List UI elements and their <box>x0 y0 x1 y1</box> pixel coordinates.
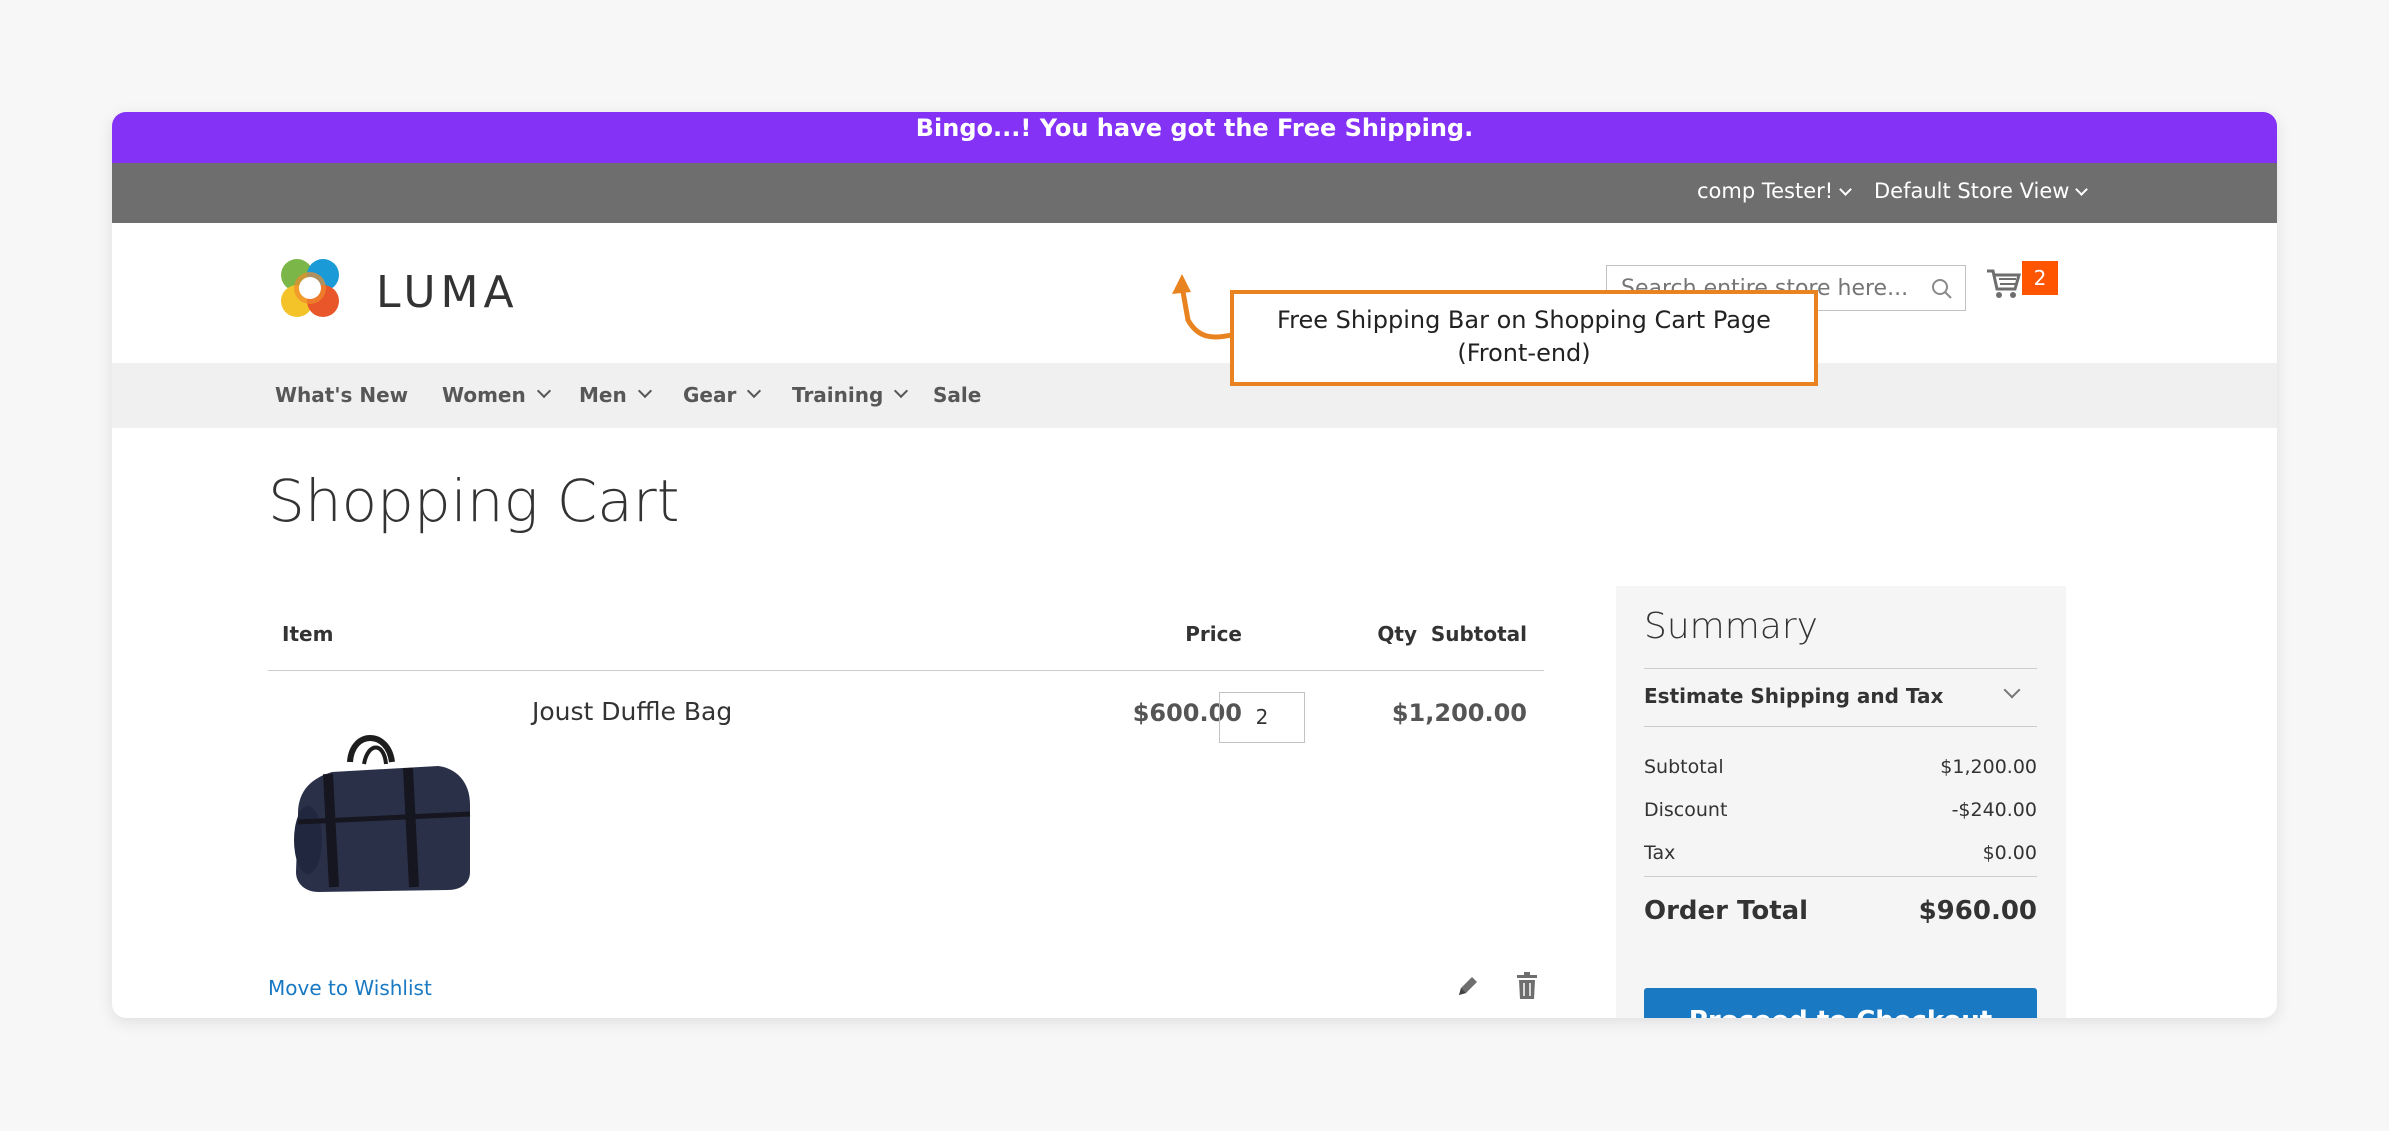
tax-label: Tax <box>1644 842 1676 864</box>
nav-item-training[interactable]: Training <box>792 383 909 407</box>
row-subtotal: $1,200.00 <box>1391 699 1527 727</box>
discount-value: -$240.00 <box>1951 799 2037 821</box>
summary-discount-row: Discount -$240.00 <box>1644 799 2037 821</box>
move-to-wishlist-link[interactable]: Move to Wishlist <box>268 976 432 1000</box>
estimate-shipping-toggle[interactable]: Estimate Shipping and Tax <box>1644 684 1943 708</box>
summary-title: Summary <box>1644 606 1818 647</box>
customer-name: comp Tester! <box>1697 179 1834 203</box>
nav-item-label: Women <box>442 383 526 407</box>
callout-line-1: Free Shipping Bar on Shopping Cart Page <box>1277 306 1771 334</box>
summary-divider <box>1644 876 2037 877</box>
subtotal-label: Subtotal <box>1644 756 1724 778</box>
chevron-down-icon <box>637 383 652 399</box>
proceed-to-checkout-button[interactable]: Proceed to Checkout <box>1644 988 2037 1018</box>
nav-item-men[interactable]: Men <box>579 383 652 407</box>
search-icon[interactable] <box>1931 278 1953 300</box>
subtotal-value: $1,200.00 <box>1940 756 2037 778</box>
tax-value: $0.00 <box>1982 842 2037 864</box>
chevron-down-icon <box>894 383 909 399</box>
product-name[interactable]: Joust Duffle Bag <box>532 697 732 726</box>
pencil-icon[interactable] <box>1456 974 1480 998</box>
store-switcher[interactable]: Default Store View <box>1874 179 2089 203</box>
table-divider <box>268 670 1544 671</box>
summary-subtotal-row: Subtotal $1,200.00 <box>1644 756 2037 778</box>
free-shipping-message: Bingo...! You have got the Free Shipping… <box>915 114 1474 142</box>
nav-item-label: What's New <box>275 383 409 407</box>
main-navigation: What's New Women Men Gear Training Sale <box>112 363 2277 428</box>
nav-item-women[interactable]: Women <box>442 383 551 407</box>
order-total-value: $960.00 <box>1918 896 2037 926</box>
order-summary: Summary Estimate Shipping and Tax Subtot… <box>1616 586 2066 1018</box>
callout-annotation: Free Shipping Bar on Shopping Cart Page … <box>1230 290 1818 386</box>
nav-item-label: Training <box>792 383 884 407</box>
customer-menu[interactable]: comp Tester! <box>1697 179 1853 203</box>
nav-item-label: Sale <box>933 383 982 407</box>
nav-item-label: Men <box>579 383 627 407</box>
callout-arrow-icon <box>1172 274 1237 340</box>
order-total-label: Order Total <box>1644 896 1809 926</box>
chevron-down-icon <box>747 383 762 399</box>
chevron-down-icon <box>1839 183 1853 196</box>
free-shipping-bar: Bingo...! You have got the Free Shipping… <box>112 112 2277 163</box>
page-title: Shopping Cart <box>268 467 680 535</box>
summary-tax-row: Tax $0.00 <box>1644 842 2037 864</box>
nav-item-label: Gear <box>683 383 737 407</box>
column-header-subtotal: Subtotal <box>1430 622 1527 646</box>
store-view-label: Default Store View <box>1874 179 2070 203</box>
chevron-down-icon <box>2075 183 2089 196</box>
quantity-input[interactable]: 2 <box>1219 692 1305 743</box>
logo-text: LUMA <box>376 267 519 318</box>
cart-icon[interactable] <box>1985 265 2021 301</box>
product-image-duffle-bag[interactable] <box>288 722 476 897</box>
column-header-item: Item <box>282 622 334 646</box>
column-header-price: Price <box>1185 622 1242 646</box>
chevron-down-icon <box>536 383 551 399</box>
nav-item-sale[interactable]: Sale <box>933 383 981 407</box>
browser-frame: Bingo...! You have got the Free Shipping… <box>112 112 2277 1018</box>
order-total-row: Order Total $960.00 <box>1644 896 2037 926</box>
summary-divider <box>1644 726 2037 727</box>
product-price: $600.00 <box>1132 699 1242 727</box>
trash-icon[interactable] <box>1516 972 1538 1000</box>
summary-divider <box>1644 668 2037 669</box>
cart-count-badge[interactable]: 2 <box>2022 261 2058 295</box>
chevron-down-icon[interactable] <box>2003 681 2021 699</box>
discount-label: Discount <box>1644 799 1728 821</box>
nav-item-whats-new[interactable]: What's New <box>275 383 408 407</box>
callout-line-2: (Front-end) <box>1457 339 1591 367</box>
panel-header: comp Tester! Default Store View <box>112 163 2277 223</box>
nav-item-gear[interactable]: Gear <box>683 383 762 407</box>
